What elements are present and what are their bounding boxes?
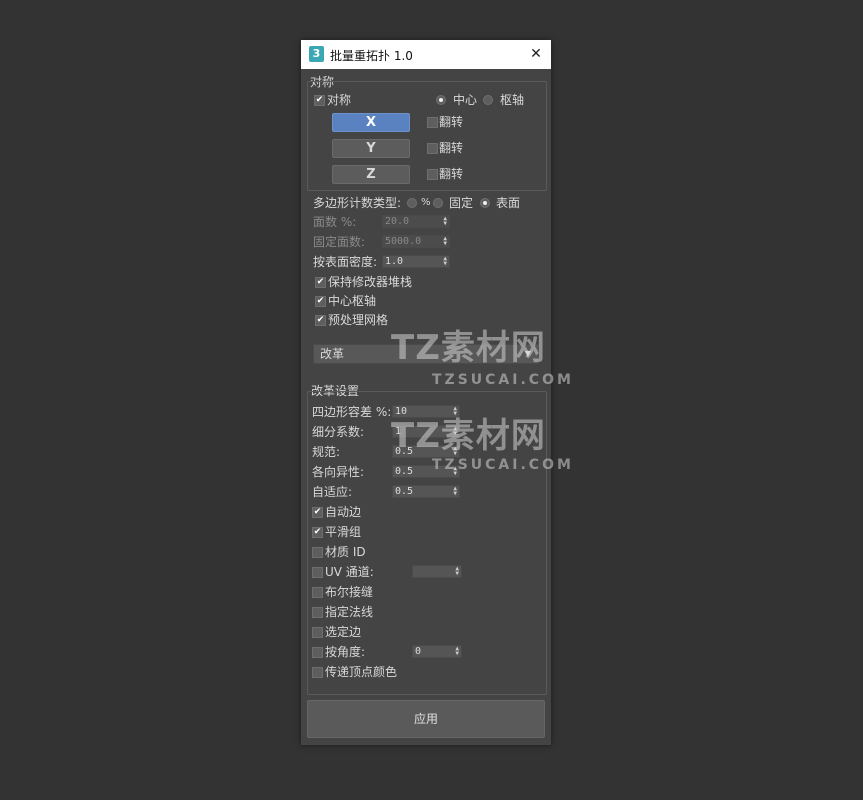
explicit-normals-label: 指定法线 xyxy=(325,605,374,619)
fixed-radio[interactable] xyxy=(433,198,443,208)
face-percent-spinner: 20.0 ▲ ▼ xyxy=(382,215,450,228)
percent-radio-label: % xyxy=(421,197,431,208)
pivot-radio-label: 枢轴 xyxy=(500,93,525,107)
uv-channel-checkbox[interactable] xyxy=(312,567,323,578)
flip-y-checkbox[interactable] xyxy=(427,143,438,154)
material-id-checkbox[interactable] xyxy=(312,547,323,558)
title-bar[interactable]: 3 批量重拓扑 1.0 ✕ xyxy=(301,40,551,69)
auto-edge-checkbox[interactable]: ✔ xyxy=(312,507,323,518)
auto-edge-label: 自动边 xyxy=(325,505,362,519)
fixed-faces-value: 5000.0 xyxy=(385,236,422,247)
center-pivot-label: 中心枢轴 xyxy=(328,294,377,308)
spinner-arrows-icon[interactable]: ▲ ▼ xyxy=(443,256,447,267)
boolean-seams-label: 布尔接缝 xyxy=(325,585,374,599)
by-angle-checkbox[interactable] xyxy=(312,647,323,658)
adaptive-label: 自适应: xyxy=(312,485,353,499)
surface-radio-label: 表面 xyxy=(496,196,521,210)
pivot-radio[interactable] xyxy=(483,95,493,105)
anisotropy-label: 各向异性: xyxy=(312,465,365,479)
preprocess-mesh-checkbox[interactable]: ✔ xyxy=(315,315,326,326)
fixed-faces-spinner: 5000.0 ▲ ▼ xyxy=(382,235,450,248)
transfer-vertex-colors-checkbox[interactable] xyxy=(312,667,323,678)
watermark-brand-2: TZ素材网 xyxy=(391,416,546,456)
window-title: 批量重拓扑 1.0 xyxy=(330,49,413,63)
angle-value: 0 xyxy=(415,646,422,657)
subdivision-label: 细分系数: xyxy=(312,425,365,439)
apply-button[interactable]: 应用 xyxy=(307,700,545,738)
selected-edges-label: 选定边 xyxy=(325,625,362,639)
flip-y-label: 翻转 xyxy=(439,141,464,155)
face-percent-value: 20.0 xyxy=(385,216,410,227)
symmetry-checkbox[interactable]: ✔ xyxy=(314,95,325,106)
smoothing-groups-label: 平滑组 xyxy=(325,525,362,539)
axis-x-button[interactable]: X xyxy=(332,113,410,132)
watermark-domain: TZSUCAI.COM xyxy=(432,372,574,388)
keep-modifier-stack-checkbox[interactable]: ✔ xyxy=(315,277,326,288)
surface-density-spinner[interactable]: 1.0 ▲ ▼ xyxy=(382,255,450,268)
regularize-label: 规范: xyxy=(312,445,341,459)
spinner-arrows-icon: ▲ ▼ xyxy=(443,235,447,247)
app-logo-icon: 3 xyxy=(309,46,324,62)
surface-density-label: 按表面密度: xyxy=(313,255,378,269)
explicit-normals-checkbox[interactable] xyxy=(312,607,323,618)
anisotropy-value: 0.5 xyxy=(395,466,414,477)
watermark-brand: TZ素材网 xyxy=(391,328,546,368)
spinner-arrows-icon[interactable]: ▲ ▼ xyxy=(453,486,457,497)
keep-modifier-stack-label: 保持修改器堆栈 xyxy=(328,275,413,289)
center-radio-label: 中心 xyxy=(453,93,478,107)
method-dropdown-value: 改革 xyxy=(320,347,345,361)
axis-y-button[interactable]: Y xyxy=(332,139,410,158)
uv-channel-label: UV 通道: xyxy=(325,565,374,579)
by-angle-label: 按角度: xyxy=(325,645,366,659)
axis-z-button[interactable]: Z xyxy=(332,165,410,184)
center-pivot-checkbox[interactable]: ✔ xyxy=(315,296,326,307)
adaptive-spinner[interactable]: 0.5 ▲ ▼ xyxy=(392,485,460,498)
surface-radio[interactable] xyxy=(480,198,490,208)
percent-radio[interactable] xyxy=(407,198,417,208)
close-button[interactable]: ✕ xyxy=(527,45,545,63)
adaptive-value: 0.5 xyxy=(395,486,414,497)
selected-edges-checkbox[interactable] xyxy=(312,627,323,638)
batch-retopology-dialog: 3 批量重拓扑 1.0 ✕ 对称 ✔ 对称 中心 枢轴 X 翻转 Y 翻转 Z … xyxy=(301,40,551,745)
surface-density-value: 1.0 xyxy=(385,256,404,267)
spinner-arrows-icon[interactable]: ▲ ▼ xyxy=(455,646,459,657)
flip-x-checkbox[interactable] xyxy=(427,117,438,128)
boolean-seams-checkbox[interactable] xyxy=(312,587,323,598)
quad-tolerance-label: 四边形容差 %: xyxy=(312,405,392,419)
center-radio[interactable] xyxy=(436,95,446,105)
smoothing-groups-checkbox[interactable]: ✔ xyxy=(312,527,323,538)
angle-spinner[interactable]: 0 ▲ ▼ xyxy=(412,645,462,658)
material-id-label: 材质 ID xyxy=(325,545,366,559)
preprocess-mesh-label: 预处理网格 xyxy=(328,313,389,327)
flip-z-label: 翻转 xyxy=(439,167,464,181)
symmetry-checkbox-label: 对称 xyxy=(327,93,352,107)
transfer-vertex-colors-label: 传递顶点颜色 xyxy=(325,665,398,679)
flip-x-label: 翻转 xyxy=(439,115,464,129)
spinner-arrows-icon[interactable]: ▲ ▼ xyxy=(455,566,459,577)
fixed-radio-label: 固定 xyxy=(449,196,474,210)
face-percent-label: 面数 %: xyxy=(313,215,357,229)
poly-count-type-label: 多边形计数类型: xyxy=(313,196,402,210)
uv-channel-spinner[interactable]: ▲ ▼ xyxy=(412,565,462,578)
watermark-domain-2: TZSUCAI.COM xyxy=(432,457,574,473)
spinner-arrows-icon: ▲ ▼ xyxy=(443,215,447,227)
flip-z-checkbox[interactable] xyxy=(427,169,438,180)
fixed-faces-label: 固定面数: xyxy=(313,235,366,249)
